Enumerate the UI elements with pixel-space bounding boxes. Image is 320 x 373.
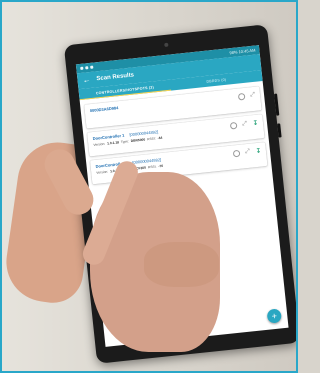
type-value: DBR5000 [130,137,146,144]
expand-arrows-icon[interactable]: ⤢ [244,149,252,157]
power-button [277,123,282,138]
download-icon[interactable]: ↧ [255,147,263,155]
info-circle-icon[interactable] [237,92,246,101]
knuckles [144,242,219,287]
front-camera [164,42,169,48]
volume-button [274,93,280,116]
type-label: Type: [120,139,130,145]
rssi-value: -64 [157,135,163,141]
photo-frame: 98% 10:45 AM ← Scan Results CONTROLLERS/… [0,0,298,373]
clock: 10:45 AM [238,47,256,55]
download-icon[interactable]: ↧ [252,120,260,128]
version-label: Version: [96,169,109,175]
notification-icons [80,65,94,70]
rssi-value: -76 [158,163,164,169]
notification-icon [80,66,84,70]
expand-arrows-icon[interactable]: ⤢ [249,92,257,100]
battery-level: 98% [229,49,238,56]
rssi-label: RSSI: [146,136,156,142]
rssi-label: RSSI: [147,164,157,170]
notification-icon [90,65,94,69]
expand-arrows-icon[interactable]: ⤢ [241,121,249,129]
notification-icon [85,66,89,70]
info-circle-icon[interactable] [232,149,241,158]
arrow-back-icon[interactable]: ← [82,75,91,85]
version-value: 1.0.1.18 [106,140,120,146]
fab-plus-icon[interactable]: + [266,308,282,324]
version-label: Version: [93,141,106,147]
device-actions: ⤢ [237,92,257,101]
page-title: Scan Results [96,72,135,83]
info-circle-icon[interactable] [229,121,238,130]
device-name-text: 0000D3A6D984 [89,105,119,114]
